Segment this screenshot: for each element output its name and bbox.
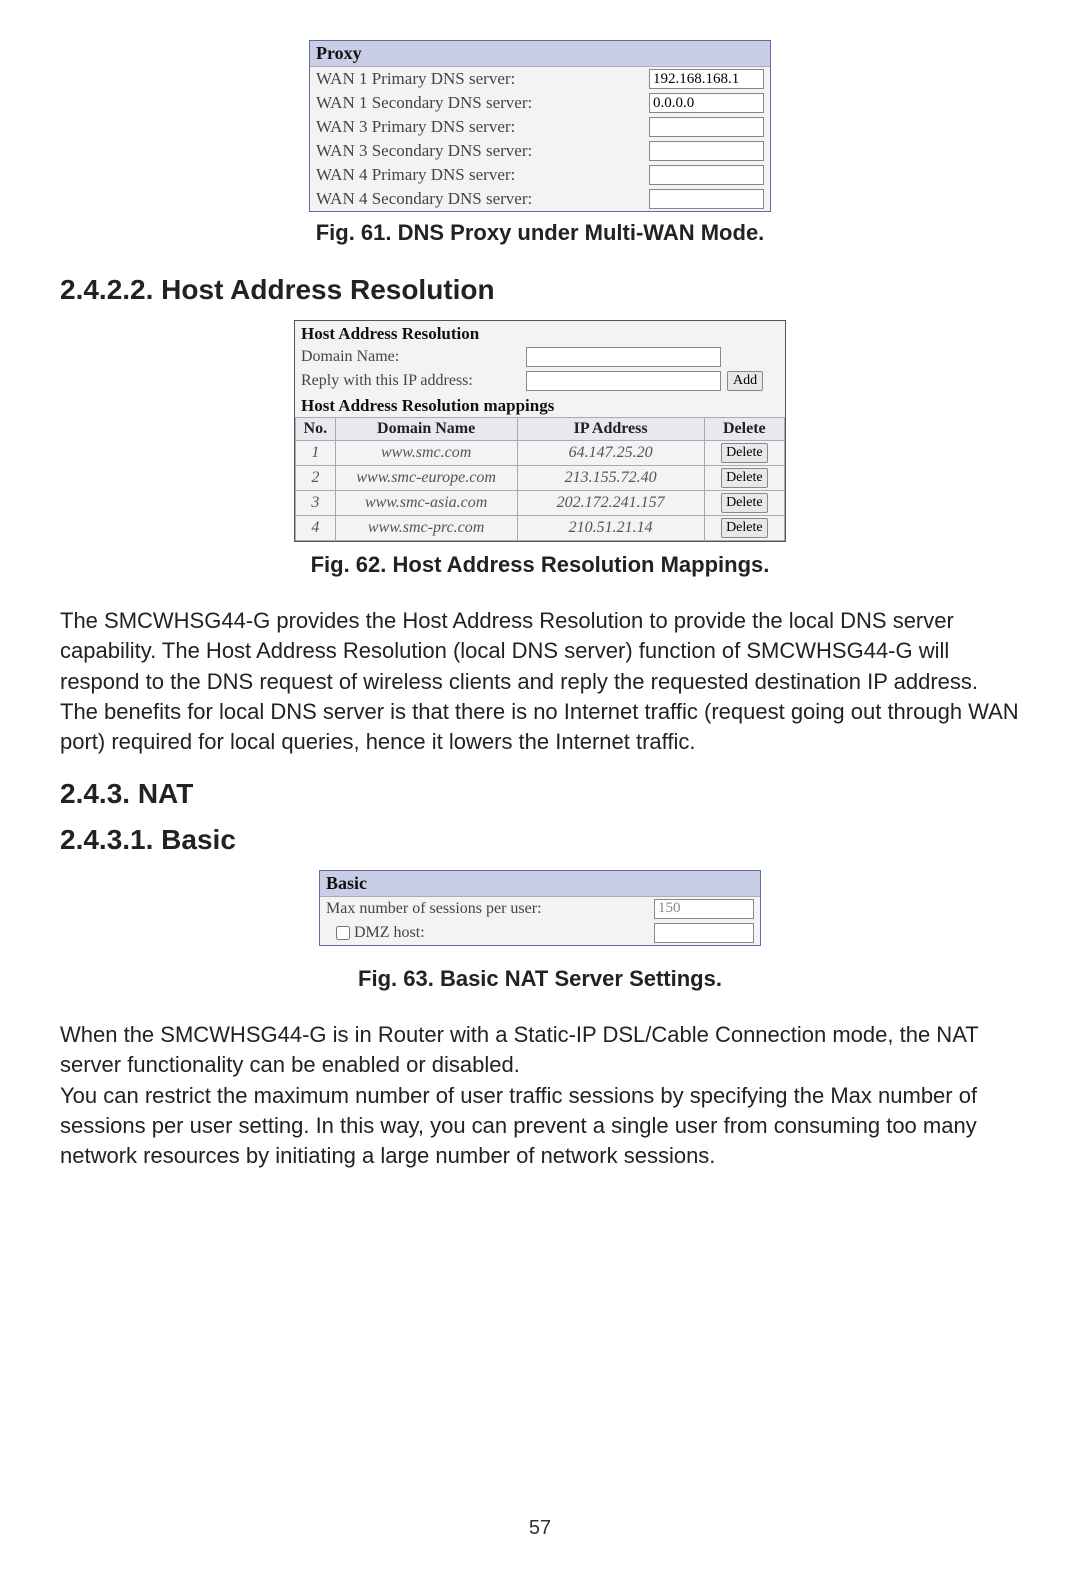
proxy-dns-input[interactable] bbox=[649, 165, 764, 185]
basic-panel-title: Basic bbox=[320, 871, 760, 897]
cell-ip: 210.51.21.14 bbox=[517, 516, 704, 541]
fig61-caption: Fig. 61. DNS Proxy under Multi-WAN Mode. bbox=[60, 220, 1020, 246]
dmz-checkbox[interactable] bbox=[336, 926, 350, 940]
cell-no: 3 bbox=[296, 491, 336, 516]
proxy-dns-input[interactable] bbox=[649, 189, 764, 209]
cell-no: 1 bbox=[296, 441, 336, 466]
har-reply-label: Reply with this IP address: bbox=[301, 372, 526, 390]
har-mappings-title: Host Address Resolution mappings bbox=[295, 393, 785, 417]
proxy-row-label: WAN 3 Primary DNS server: bbox=[316, 117, 649, 137]
har-domain-name-label: Domain Name: bbox=[301, 348, 526, 366]
har-domain-name-row: Domain Name: bbox=[295, 345, 785, 369]
heading-host-address-resolution: 2.4.2.2. Host Address Resolution bbox=[60, 274, 1020, 306]
col-domain: Domain Name bbox=[335, 418, 517, 441]
fig62-caption: Fig. 62. Host Address Resolution Mapping… bbox=[60, 552, 1020, 578]
proxy-panel-title: Proxy bbox=[310, 41, 770, 67]
cell-no: 2 bbox=[296, 466, 336, 491]
cell-delete: Delete bbox=[704, 441, 784, 466]
proxy-row-label: WAN 4 Secondary DNS server: bbox=[316, 189, 649, 209]
cell-domain: www.smc.com bbox=[335, 441, 517, 466]
proxy-row: WAN 4 Primary DNS server: bbox=[310, 163, 770, 187]
add-button[interactable]: Add bbox=[727, 371, 763, 391]
dmz-row: DMZ host: bbox=[320, 921, 760, 945]
table-row: 2www.smc-europe.com213.155.72.40 Delete bbox=[296, 466, 785, 491]
cell-ip: 202.172.241.157 bbox=[517, 491, 704, 516]
cell-domain: www.smc-asia.com bbox=[335, 491, 517, 516]
cell-delete: Delete bbox=[704, 466, 784, 491]
cell-ip: 213.155.72.40 bbox=[517, 466, 704, 491]
host-address-resolution-panel: Host Address Resolution Domain Name: Rep… bbox=[294, 320, 786, 542]
dmz-host-input[interactable] bbox=[654, 923, 754, 943]
dmz-label: DMZ host: bbox=[354, 924, 654, 942]
proxy-row: WAN 1 Secondary DNS server: bbox=[310, 91, 770, 115]
max-sessions-label: Max number of sessions per user: bbox=[326, 900, 654, 918]
proxy-row: WAN 3 Primary DNS server: bbox=[310, 115, 770, 139]
har-domain-name-input[interactable] bbox=[526, 347, 721, 367]
proxy-row: WAN 1 Primary DNS server: bbox=[310, 67, 770, 91]
col-delete: Delete bbox=[704, 418, 784, 441]
page-number: 57 bbox=[0, 1517, 1080, 1540]
proxy-row-label: WAN 1 Primary DNS server: bbox=[316, 69, 649, 89]
delete-button[interactable]: Delete bbox=[721, 443, 768, 463]
cell-ip: 64.147.25.20 bbox=[517, 441, 704, 466]
delete-button[interactable]: Delete bbox=[721, 493, 768, 513]
proxy-row-label: WAN 3 Secondary DNS server: bbox=[316, 141, 649, 161]
table-row: 1www.smc.com64.147.25.20 Delete bbox=[296, 441, 785, 466]
har-mappings-table: No. Domain Name IP Address Delete 1www.s… bbox=[295, 417, 785, 541]
proxy-dns-input[interactable] bbox=[649, 141, 764, 161]
heading-nat-basic: 2.4.3.1. Basic bbox=[60, 824, 1020, 856]
cell-delete: Delete bbox=[704, 516, 784, 541]
har-title: Host Address Resolution bbox=[295, 321, 785, 345]
cell-delete: Delete bbox=[704, 491, 784, 516]
proxy-dns-input[interactable] bbox=[649, 117, 764, 137]
proxy-row: WAN 3 Secondary DNS server: bbox=[310, 139, 770, 163]
paragraph-nat: When the SMCWHSG44-G is in Router with a… bbox=[60, 1020, 1020, 1172]
proxy-row: WAN 4 Secondary DNS server: bbox=[310, 187, 770, 211]
cell-domain: www.smc-prc.com bbox=[335, 516, 517, 541]
basic-nat-panel: Basic Max number of sessions per user: D… bbox=[319, 870, 761, 946]
proxy-row-label: WAN 1 Secondary DNS server: bbox=[316, 93, 649, 113]
proxy-row-label: WAN 4 Primary DNS server: bbox=[316, 165, 649, 185]
table-row: 4www.smc-prc.com210.51.21.14 Delete bbox=[296, 516, 785, 541]
delete-button[interactable]: Delete bbox=[721, 518, 768, 538]
col-no: No. bbox=[296, 418, 336, 441]
fig63-caption: Fig. 63. Basic NAT Server Settings. bbox=[60, 966, 1020, 992]
cell-domain: www.smc-europe.com bbox=[335, 466, 517, 491]
proxy-panel: Proxy WAN 1 Primary DNS server: WAN 1 Sec… bbox=[309, 40, 771, 212]
paragraph-host-address-resolution: The SMCWHSG44-G provides the Host Addres… bbox=[60, 606, 1020, 758]
heading-nat: 2.4.3. NAT bbox=[60, 778, 1020, 810]
table-row: 3www.smc-asia.com202.172.241.157 Delete bbox=[296, 491, 785, 516]
cell-no: 4 bbox=[296, 516, 336, 541]
max-sessions-input[interactable] bbox=[654, 899, 754, 919]
table-header-row: No. Domain Name IP Address Delete bbox=[296, 418, 785, 441]
delete-button[interactable]: Delete bbox=[721, 468, 768, 488]
proxy-dns-input[interactable] bbox=[649, 93, 764, 113]
har-reply-input[interactable] bbox=[526, 371, 721, 391]
har-reply-row: Reply with this IP address: Add bbox=[295, 369, 785, 393]
col-ip: IP Address bbox=[517, 418, 704, 441]
proxy-dns-input[interactable] bbox=[649, 69, 764, 89]
max-sessions-row: Max number of sessions per user: bbox=[320, 897, 760, 921]
